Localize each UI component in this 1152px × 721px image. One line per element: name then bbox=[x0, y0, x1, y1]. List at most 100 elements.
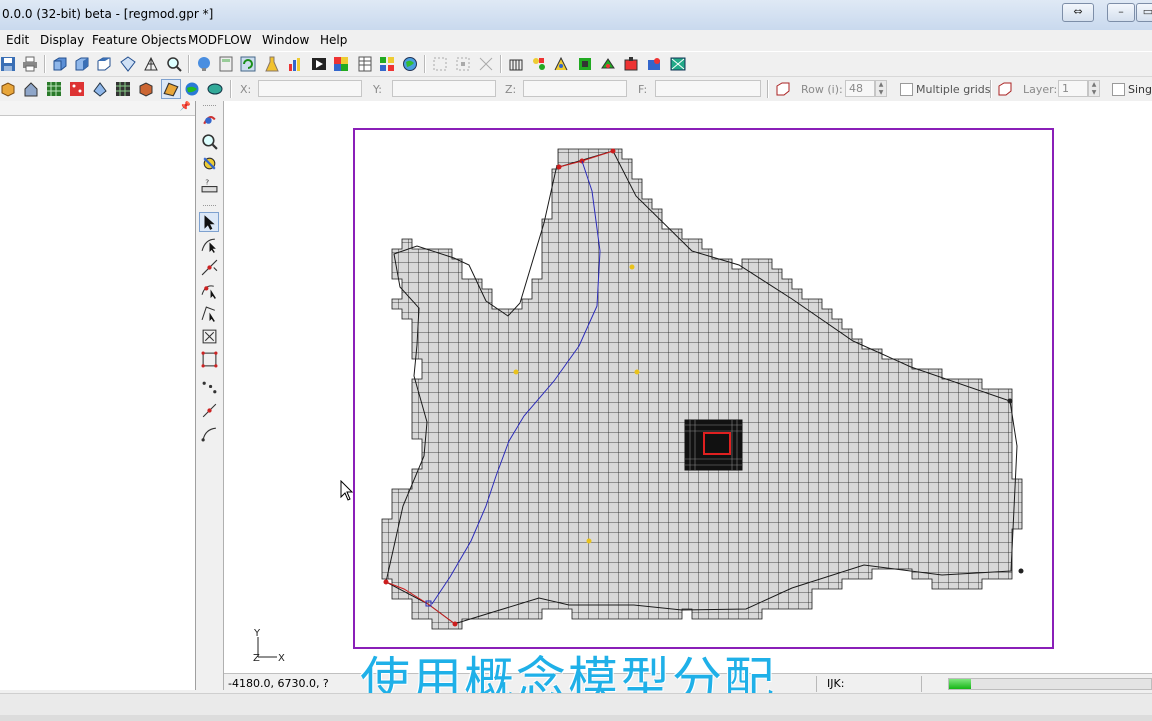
menu-window[interactable]: Window bbox=[262, 33, 309, 47]
layer-input[interactable]: 1 bbox=[1058, 80, 1088, 97]
map-icon[interactable] bbox=[161, 79, 181, 99]
row-cube-icon[interactable] bbox=[775, 81, 791, 97]
project-explorer[interactable]: 📌 bbox=[0, 101, 196, 690]
layer-cube-icon[interactable] bbox=[997, 81, 1013, 97]
print-icon[interactable] bbox=[22, 56, 38, 72]
row-input[interactable]: 48 bbox=[845, 80, 875, 97]
palette-grip bbox=[203, 105, 216, 108]
building-icon[interactable] bbox=[23, 81, 39, 97]
view-side-icon[interactable] bbox=[74, 56, 90, 72]
graphics-window[interactable]: Y Z X bbox=[224, 101, 1152, 673]
menu-feature-objects[interactable]: Feature Objects bbox=[92, 33, 187, 47]
layer-spinner[interactable]: ▲ ▼ bbox=[1088, 80, 1100, 97]
view-top-icon[interactable] bbox=[96, 56, 112, 72]
box-icon[interactable] bbox=[0, 81, 16, 97]
table-icon[interactable] bbox=[357, 56, 373, 72]
row-spinner[interactable]: ▲ ▼ bbox=[875, 80, 887, 97]
axis-triad: Y Z X bbox=[253, 628, 285, 664]
multiple-grids-checkbox[interactable] bbox=[900, 83, 913, 96]
select-arc-icon[interactable] bbox=[201, 236, 218, 253]
zoom-window-icon[interactable] bbox=[201, 133, 218, 150]
svg-text:?: ? bbox=[205, 177, 209, 186]
globe-icon[interactable] bbox=[402, 56, 418, 72]
progress-fill bbox=[949, 679, 972, 689]
menu-edit[interactable]: Edit bbox=[6, 33, 29, 47]
create-arc-icon[interactable] bbox=[201, 305, 218, 322]
flow-icon[interactable] bbox=[623, 56, 639, 72]
boundary-node bbox=[556, 164, 562, 170]
spline-tool-icon[interactable] bbox=[201, 425, 218, 442]
view-front-icon[interactable] bbox=[52, 56, 68, 72]
color-ramp-icon[interactable] bbox=[333, 56, 349, 72]
measure-icon[interactable]: ? bbox=[201, 177, 218, 194]
globe-color-icon[interactable] bbox=[184, 81, 200, 97]
restore-window-button[interactable]: ⇔ bbox=[1062, 3, 1094, 22]
pin-icon[interactable]: 📌 bbox=[180, 102, 191, 112]
calculator-icon[interactable] bbox=[218, 56, 234, 72]
maximize-button[interactable]: ▭ bbox=[1136, 3, 1152, 22]
minimize-button[interactable]: – bbox=[1107, 3, 1135, 22]
axis-x-label: X bbox=[278, 653, 285, 664]
single-checkbox[interactable] bbox=[1112, 83, 1125, 96]
boundary-node bbox=[1007, 398, 1013, 404]
modflow-icon[interactable] bbox=[508, 56, 524, 72]
window-title: 0.0.0 (32-bit) beta - [regmod.gpr *] bbox=[2, 7, 214, 21]
zoom-icon[interactable] bbox=[166, 56, 182, 72]
drain-icon[interactable] bbox=[577, 56, 593, 72]
info-icon[interactable] bbox=[196, 56, 212, 72]
run-icon[interactable] bbox=[531, 56, 547, 72]
river-icon[interactable] bbox=[600, 56, 616, 72]
boundary-node bbox=[452, 621, 458, 627]
unlock-icon[interactable] bbox=[478, 56, 494, 72]
z-coordinate-field[interactable] bbox=[523, 80, 627, 97]
refresh-icon[interactable] bbox=[240, 56, 256, 72]
frame-icon[interactable] bbox=[201, 155, 218, 172]
mesh-3d-icon[interactable] bbox=[138, 81, 154, 97]
chart-icon[interactable] bbox=[287, 56, 303, 72]
boundary-node bbox=[383, 579, 389, 585]
export-icon[interactable] bbox=[646, 56, 662, 72]
grid-icon[interactable] bbox=[46, 81, 62, 97]
save-icon[interactable] bbox=[0, 56, 16, 72]
model-view[interactable]: Y Z X bbox=[224, 101, 1152, 673]
view-oblique-icon[interactable] bbox=[120, 56, 136, 72]
row-label: Row (i): bbox=[801, 83, 843, 96]
film-icon[interactable] bbox=[311, 56, 327, 72]
points-tool-icon[interactable] bbox=[201, 379, 218, 396]
f-value-field[interactable] bbox=[655, 80, 761, 97]
menu-modflow[interactable]: MODFLOW bbox=[188, 33, 252, 47]
add-layer-icon[interactable] bbox=[379, 56, 395, 72]
scatter-icon[interactable] bbox=[92, 81, 108, 97]
gis-icon[interactable] bbox=[207, 81, 223, 97]
rotate-icon[interactable] bbox=[201, 111, 218, 128]
select-arrow-icon[interactable] bbox=[199, 212, 219, 232]
menu-help[interactable]: Help bbox=[320, 33, 347, 47]
x-coordinate-field[interactable] bbox=[258, 80, 362, 97]
ijk-readout: IJK: bbox=[827, 677, 845, 690]
well-icon[interactable] bbox=[553, 56, 569, 72]
single-label: Single bbox=[1128, 83, 1152, 96]
create-vertex-icon[interactable] bbox=[201, 282, 218, 299]
line-tool-icon[interactable] bbox=[201, 402, 218, 419]
flag-icon[interactable] bbox=[670, 56, 686, 72]
ugrid-icon[interactable] bbox=[115, 81, 131, 97]
boundary-node bbox=[610, 148, 616, 154]
mesh-icon[interactable] bbox=[143, 56, 159, 72]
lock-icon[interactable] bbox=[455, 56, 471, 72]
select-polygon-icon[interactable] bbox=[201, 328, 218, 345]
multiple-grids-label: Multiple grids bbox=[916, 83, 991, 96]
create-node-icon[interactable] bbox=[201, 259, 218, 276]
axis-z-label: Z bbox=[253, 653, 260, 664]
well-point bbox=[629, 264, 635, 270]
cursor-coordinates: -4180.0, 6730.0, ? bbox=[228, 677, 329, 690]
select-group-icon[interactable] bbox=[432, 56, 448, 72]
palette-grip bbox=[203, 205, 216, 208]
points-icon[interactable] bbox=[69, 81, 85, 97]
bottom-strip bbox=[0, 693, 1152, 721]
layer-label: Layer: bbox=[1023, 83, 1058, 96]
build-polygon-icon[interactable] bbox=[201, 351, 218, 368]
menu-display[interactable]: Display bbox=[40, 33, 84, 47]
flask-icon[interactable] bbox=[264, 56, 280, 72]
project-explorer-header: 📌 bbox=[0, 101, 195, 116]
y-coordinate-field[interactable] bbox=[392, 80, 496, 97]
